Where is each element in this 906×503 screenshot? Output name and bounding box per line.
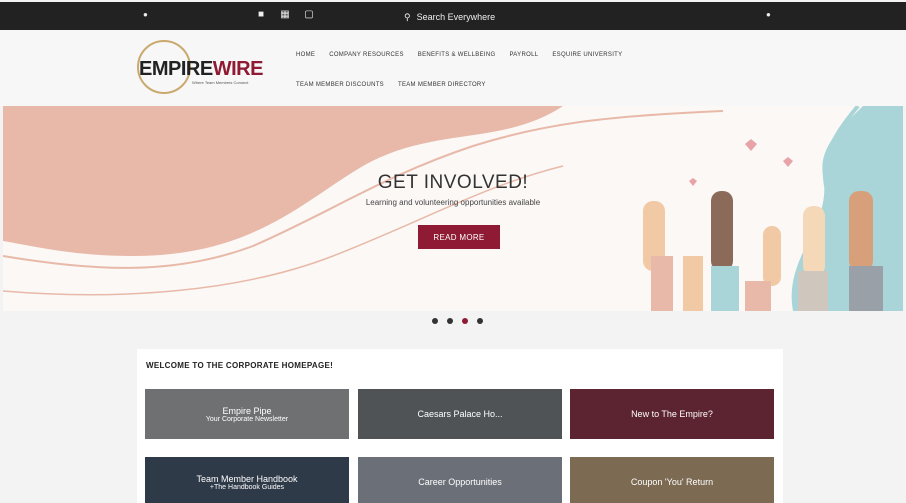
welcome-title: WELCOME TO THE CORPORATE HOMEPAGE! bbox=[146, 361, 334, 370]
tile-title: Coupon 'You' Return bbox=[630, 477, 714, 487]
top-toolbar: ● ■ ▦ ▢ ⚲ Search Everywhere ● bbox=[0, 0, 906, 30]
carousel-dots bbox=[432, 318, 483, 324]
menu-dot-icon[interactable]: ● bbox=[143, 11, 149, 19]
logo-wordmark: EMPIREWIRE bbox=[139, 58, 263, 80]
window-icon[interactable]: ▢ bbox=[303, 9, 315, 21]
hero-subtitle: Learning and volunteering opportunities … bbox=[365, 198, 541, 207]
grid-icon[interactable]: ▦ bbox=[279, 9, 291, 21]
tile-caesars-palace[interactable]: Caesars Palace Ho... bbox=[358, 389, 562, 439]
tile-title: Team Member Handbook bbox=[196, 473, 298, 484]
overflow-dot-icon[interactable]: ● bbox=[766, 11, 772, 19]
nav-team-member-discounts[interactable]: TEAM MEMBER DISCOUNTS bbox=[296, 82, 384, 88]
nav-team-member-directory[interactable]: TEAM MEMBER DIRECTORY bbox=[398, 82, 486, 88]
tile-title: New to The Empire? bbox=[631, 409, 713, 419]
nav-benefits-wellbeing[interactable]: BENEFITS & WELLBEING bbox=[418, 52, 496, 58]
search-everywhere[interactable]: ⚲ Search Everywhere bbox=[404, 10, 495, 24]
carousel-dot[interactable] bbox=[447, 318, 453, 324]
hero-banner: GET INVOLVED! Learning and volunteering … bbox=[3, 106, 903, 311]
carousel-dot[interactable] bbox=[432, 318, 438, 324]
carousel-dot-active[interactable] bbox=[462, 318, 468, 324]
main-nav: HOME COMPANY RESOURCES BENEFITS & WELLBE… bbox=[296, 52, 736, 112]
tile-title: Career Opportunities bbox=[418, 477, 502, 487]
nav-esquire-university[interactable]: ESQUIRE UNIVERSITY bbox=[552, 52, 622, 58]
bookmark-icon[interactable]: ■ bbox=[255, 9, 267, 21]
welcome-card: WELCOME TO THE CORPORATE HOMEPAGE! Empir… bbox=[137, 349, 783, 503]
site-header: EMPIREWIRE Where Team Members Connect HO… bbox=[0, 30, 906, 106]
tile-subtitle: Your Corporate Newsletter bbox=[205, 415, 289, 423]
nav-home[interactable]: HOME bbox=[296, 52, 315, 58]
logo-tagline: Where Team Members Connect bbox=[192, 80, 249, 85]
search-icon: ⚲ bbox=[404, 11, 411, 22]
tile-subtitle: +The Handbook Guides bbox=[209, 483, 285, 491]
tile-title: Caesars Palace Ho... bbox=[417, 409, 503, 419]
carousel-dot[interactable] bbox=[477, 318, 483, 324]
tile-new-to-empire[interactable]: New to The Empire? bbox=[570, 389, 774, 439]
tile-career-opportunities[interactable]: Career Opportunities bbox=[358, 457, 562, 503]
hero-artwork bbox=[3, 106, 903, 311]
nav-company-resources[interactable]: COMPANY RESOURCES bbox=[329, 52, 404, 58]
search-label: Search Everywhere bbox=[416, 12, 496, 22]
hero-title: GET INVOLVED! bbox=[377, 172, 529, 193]
tile-coupon-return[interactable]: Coupon 'You' Return bbox=[570, 457, 774, 503]
empirewire-logo[interactable]: EMPIREWIRE Where Team Members Connect bbox=[134, 40, 284, 94]
tile-team-member-handbook[interactable]: Team Member Handbook +The Handbook Guide… bbox=[145, 457, 349, 503]
tile-empire-pipe[interactable]: Empire Pipe Your Corporate Newsletter bbox=[145, 389, 349, 439]
read-more-button[interactable]: READ MORE bbox=[418, 225, 500, 249]
tile-title: Empire Pipe bbox=[222, 405, 272, 416]
nav-payroll[interactable]: PAYROLL bbox=[509, 52, 538, 58]
